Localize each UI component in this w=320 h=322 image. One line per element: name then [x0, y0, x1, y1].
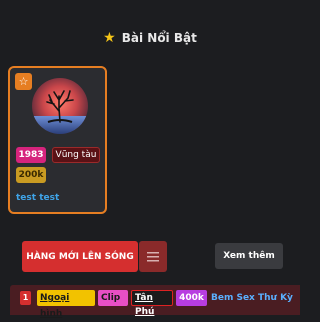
star-outline-icon[interactable]: ☆ [15, 73, 32, 90]
media-chip[interactable]: Clip [98, 290, 128, 306]
new-arrivals-button[interactable]: HÀNG MỚI LÊN SÓNG [22, 241, 138, 272]
category-chip[interactable]: Ngoại hình [37, 290, 95, 319]
star-icon: ★ [103, 30, 116, 46]
section-header: ★ Bài Nổi Bật [0, 28, 300, 48]
list-item[interactable]: 1 Ngoại hình Clip Tân Phú 400k Bem Sex T… [10, 285, 300, 319]
hamburger-menu-icon [147, 251, 159, 261]
see-more-button[interactable]: Xem thêm [215, 243, 283, 269]
price-chip[interactable]: 400k [176, 290, 207, 306]
featured-post-card[interactable]: ☆ 1983 Vũng tàu 200k test test [8, 66, 107, 214]
location-chip[interactable]: Tân Phú [131, 290, 173, 317]
price-tag[interactable]: 200k [16, 167, 46, 183]
year-tag[interactable]: 1983 [16, 147, 46, 163]
location-tag[interactable]: Vũng tàu [52, 147, 100, 163]
card-title-link[interactable]: test test [16, 193, 59, 203]
post-thumbnail[interactable] [32, 78, 88, 134]
section-title: Bài Nổi Bật [121, 31, 197, 45]
list-item-title[interactable]: Bem Sex Thư Kỳ [211, 290, 293, 306]
rank-badge: 1 [20, 291, 31, 305]
tree-moon-image [32, 78, 88, 134]
menu-button[interactable] [139, 241, 167, 272]
